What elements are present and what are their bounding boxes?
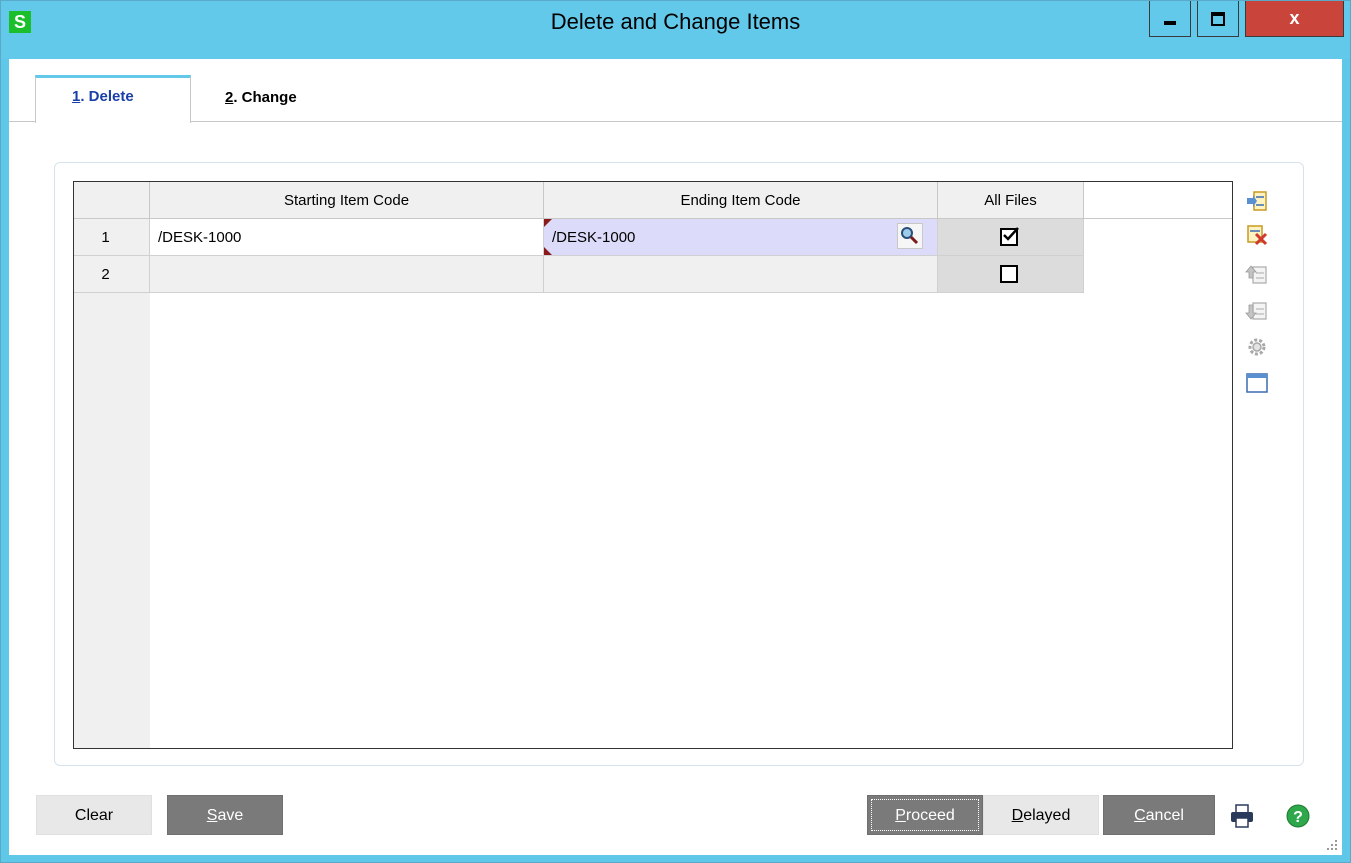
column-header-starting-item-code[interactable]: Starting Item Code	[150, 182, 544, 219]
magnifier-icon	[901, 227, 919, 245]
all-files-cell[interactable]	[938, 219, 1084, 256]
window-icon[interactable]	[1245, 371, 1269, 395]
window-title: Delete and Change Items	[550, 9, 801, 34]
printer-icon[interactable]	[1229, 803, 1255, 829]
ending-item-code-cell[interactable]: /DESK-1000	[544, 219, 938, 256]
required-marker-top	[544, 219, 552, 227]
table-row[interactable]: 1 /DESK-1000 /DESK-1000	[74, 219, 1084, 256]
move-up-icon[interactable]	[1245, 263, 1269, 287]
tab-delete-label: . Delete	[80, 88, 134, 105]
grid-toolbar	[1245, 189, 1273, 419]
clear-button[interactable]: Clear	[36, 795, 152, 835]
delayed-mnemonic: D	[1011, 807, 1024, 824]
column-header-all-files[interactable]: All Files	[938, 182, 1084, 219]
footer-bar: Clear Save Proceed Delayed Cancel ?	[9, 777, 1342, 855]
delayed-rest: elayed	[1023, 807, 1071, 824]
resize-grip-icon[interactable]	[1326, 839, 1338, 851]
cancel-button[interactable]: Cancel	[1103, 795, 1215, 835]
maximize-icon	[1211, 11, 1225, 26]
tab-bar: 1. Delete 2. Change	[9, 59, 1342, 125]
all-files-checkbox[interactable]	[1000, 265, 1018, 283]
starting-item-code-cell[interactable]	[150, 256, 544, 293]
all-files-checkbox[interactable]	[1000, 227, 1019, 246]
row-number[interactable]: 2	[74, 256, 150, 293]
close-icon: x	[1289, 8, 1300, 28]
starting-item-code-cell[interactable]: /DESK-1000	[150, 219, 544, 256]
all-files-cell[interactable]	[938, 256, 1084, 293]
clear-mnemonic: C	[74, 807, 87, 824]
settings-gear-icon[interactable]	[1245, 335, 1269, 359]
move-down-icon[interactable]	[1245, 299, 1269, 323]
tab-change-label: . Change	[233, 89, 297, 106]
client-area: 1. Delete 2. Change Starting Item Code E…	[9, 59, 1342, 855]
empty-header-cell	[1084, 182, 1232, 219]
delete-row-icon[interactable]	[1245, 223, 1269, 247]
help-icon[interactable]: ?	[1285, 803, 1311, 829]
grid-header-row: Starting Item Code Ending Item Code All …	[74, 182, 1232, 219]
required-marker-bottom	[544, 247, 552, 255]
minimize-icon	[1164, 20, 1176, 25]
save-rest: ave	[217, 807, 244, 824]
item-grid[interactable]: Starting Item Code Ending Item Code All …	[73, 181, 1233, 749]
cancel-rest: ancel	[1145, 807, 1184, 824]
tab-change[interactable]: 2. Change	[225, 79, 297, 125]
save-mnemonic: S	[206, 807, 218, 824]
table-row[interactable]: 2	[74, 256, 1084, 293]
column-header-ending-item-code[interactable]: Ending Item Code	[544, 182, 938, 219]
proceed-button[interactable]: Proceed	[867, 795, 983, 835]
checkmark-icon	[1003, 227, 1019, 241]
minimize-button[interactable]	[1149, 1, 1191, 37]
ending-item-code-cell[interactable]	[544, 256, 938, 293]
clear-rest: lear	[86, 807, 114, 824]
cancel-mnemonic: C	[1134, 807, 1146, 824]
title-bar[interactable]: S Delete and Change Items x	[1, 1, 1350, 59]
save-button[interactable]: Save	[167, 795, 283, 835]
insert-row-icon[interactable]	[1245, 189, 1269, 213]
row-number[interactable]: 1	[74, 219, 150, 256]
lookup-button[interactable]	[897, 223, 923, 249]
svg-text:?: ?	[1293, 809, 1303, 826]
corner-header-cell[interactable]	[74, 182, 150, 219]
focus-ring	[871, 799, 979, 831]
ending-item-code-value: /DESK-1000	[552, 229, 636, 246]
app-window: S Delete and Change Items x 1. Delete 2.…	[0, 0, 1351, 863]
close-button[interactable]: x	[1245, 1, 1344, 37]
maximize-button[interactable]	[1197, 1, 1239, 37]
delayed-button[interactable]: Delayed	[983, 795, 1099, 835]
tab-delete[interactable]: 1. Delete	[35, 75, 191, 123]
